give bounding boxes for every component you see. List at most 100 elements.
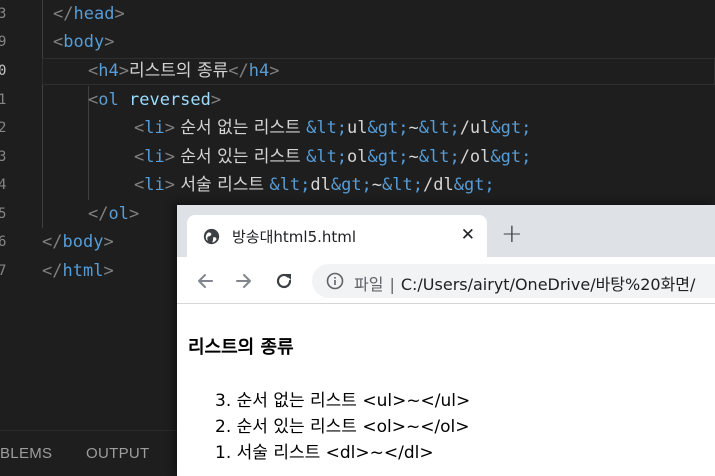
code-token: ol	[108, 204, 129, 224]
code-line-li[interactable]: <li> 순서 있는 리스트 &lt;ol&gt;~&lt;/ol&gt;	[134, 143, 531, 171]
line-number: 1	[0, 92, 6, 108]
code-token: html	[62, 261, 104, 281]
address-separator: |	[389, 275, 395, 294]
code-token: body	[63, 32, 105, 52]
list-number: 2.	[215, 417, 232, 437]
code-token: ol	[347, 147, 368, 167]
line-number: 0	[0, 63, 6, 79]
code-token: >	[164, 147, 175, 167]
code-token: <	[134, 147, 145, 167]
code-token: <	[88, 90, 99, 110]
code-token: reversed	[128, 90, 211, 110]
tab-strip: 방송대html5.html ✕ +	[177, 205, 715, 257]
code-token: li	[144, 147, 165, 167]
code-token: li	[144, 118, 165, 138]
tab-problems[interactable]: BLEMS	[0, 445, 52, 462]
code-token: &gt;	[330, 175, 372, 195]
code-token: >	[164, 118, 175, 138]
address-text: 파일 | C:/Users/airyt/OneDrive/바탕%20화면/	[354, 271, 695, 295]
code-token: ul	[347, 118, 368, 138]
page-heading: 리스트의 종류	[188, 337, 294, 358]
code-token: &lt;	[306, 147, 348, 167]
code-token: &lt;	[418, 118, 460, 138]
code-token: /ul	[459, 118, 491, 138]
code-token: >	[103, 261, 114, 281]
list-text: 순서 있는 리스트 <ol>~</ol>	[236, 417, 470, 437]
close-icon[interactable]: ✕	[461, 224, 475, 246]
globe-icon	[203, 228, 220, 245]
address-bar[interactable]: 파일 | C:/Users/airyt/OneDrive/바탕%20화면/	[312, 264, 715, 298]
code-token: &gt;	[490, 147, 532, 167]
arrow-right-icon[interactable]	[233, 270, 255, 292]
line-number: 7	[0, 263, 6, 279]
line-number: 3	[0, 6, 6, 22]
code-token: ~	[408, 118, 419, 138]
list-item: 3. 순서 없는 리스트 <ul>~</ul>	[215, 386, 470, 411]
code-token: 서술 리스트	[174, 175, 270, 195]
code-token: head	[73, 4, 115, 24]
code-token: &lt;	[382, 175, 423, 195]
line-number: 3	[0, 149, 6, 165]
code-token: <	[134, 118, 145, 138]
code-token: &lt;	[306, 118, 348, 138]
code-token: h4	[98, 61, 119, 81]
code-token: &gt;	[367, 147, 409, 167]
list-item: 2. 순서 있는 리스트 <ol>~</ol>	[215, 412, 470, 437]
indent-guide	[42, 0, 43, 228]
code-token: dl	[310, 175, 331, 195]
code-token: ~	[408, 147, 419, 167]
code-token: &gt;	[367, 118, 409, 138]
code-token: </	[42, 261, 63, 281]
code-token: >	[114, 4, 125, 24]
code-token: >	[210, 90, 222, 110]
info-icon[interactable]	[326, 272, 344, 290]
code-token: /dl	[423, 175, 454, 195]
code-line-h4[interactable]: <h4>리스트의 종류</h4>	[88, 57, 279, 85]
arrow-left-icon[interactable]	[194, 270, 216, 292]
new-tab-button[interactable]: +	[501, 221, 523, 247]
code-token: 순서 있는 리스트	[174, 147, 307, 167]
code-token: </	[228, 61, 249, 81]
code-line-body-close[interactable]: </body>	[42, 228, 114, 256]
code-token: &lt;	[269, 175, 311, 195]
code-line-head-close[interactable]: </head>	[53, 0, 125, 28]
list-item: 1. 서술 리스트 <dl>~</dl>	[215, 438, 434, 463]
code-token: </	[53, 4, 74, 24]
code-line-ol-close[interactable]: </ol>	[88, 200, 139, 228]
reload-icon[interactable]	[273, 270, 295, 292]
list-text: 서술 리스트 <dl>~</dl>	[236, 443, 434, 463]
code-line-body-open[interactable]: <body>	[53, 28, 114, 56]
code-line-li[interactable]: <li> 순서 없는 리스트 &lt;ul&gt;~&lt;/ul&gt;	[134, 114, 531, 142]
code-token: >	[128, 204, 140, 224]
code-line-li[interactable]: <li> 서술 리스트 &lt;dl&gt;~&lt;/dl&gt;	[134, 171, 495, 199]
code-token: ol	[98, 90, 119, 110]
code-token: <	[88, 61, 99, 81]
line-number: 9	[0, 34, 6, 50]
page-content: 리스트의 종류 3. 순서 없는 리스트 <ul>~</ul> 2. 순서 있는…	[177, 304, 715, 476]
browser-tab[interactable]: 방송대html5.html ✕	[187, 215, 487, 257]
list-number: 1.	[215, 443, 232, 463]
line-number: 2	[0, 120, 6, 136]
tab-output[interactable]: OUTPUT	[86, 445, 149, 462]
code-token: li	[144, 175, 165, 195]
code-token: ~	[371, 175, 383, 195]
code-token: >	[164, 175, 175, 195]
code-line-html-close[interactable]: </html>	[42, 257, 114, 285]
code-token: </	[42, 232, 63, 252]
code-token: h4	[248, 61, 270, 81]
code-token: &lt;	[418, 147, 460, 167]
file-scheme-label: 파일	[354, 275, 384, 294]
code-token: &gt;	[453, 175, 495, 195]
list-number: 3.	[215, 391, 232, 411]
code-token: body	[62, 232, 104, 252]
tab-title: 방송대html5.html	[232, 228, 357, 246]
code-line-ol-open[interactable]: <ol reversed>	[88, 86, 221, 114]
browser-toolbar: 파일 | C:/Users/airyt/OneDrive/바탕%20화면/	[177, 257, 715, 304]
url-text: C:/Users/airyt/OneDrive/바탕%20화면/	[400, 275, 696, 294]
code-token: >	[103, 232, 114, 252]
browser-window: 방송대html5.html ✕ + 파일 | C:/Users/airyt/OneD…	[177, 205, 715, 476]
line-number: 5	[0, 206, 6, 222]
line-number-gutter: 3 9 0 1 2 3 4 5 6 7	[0, 0, 10, 430]
code-token: >	[269, 61, 280, 81]
